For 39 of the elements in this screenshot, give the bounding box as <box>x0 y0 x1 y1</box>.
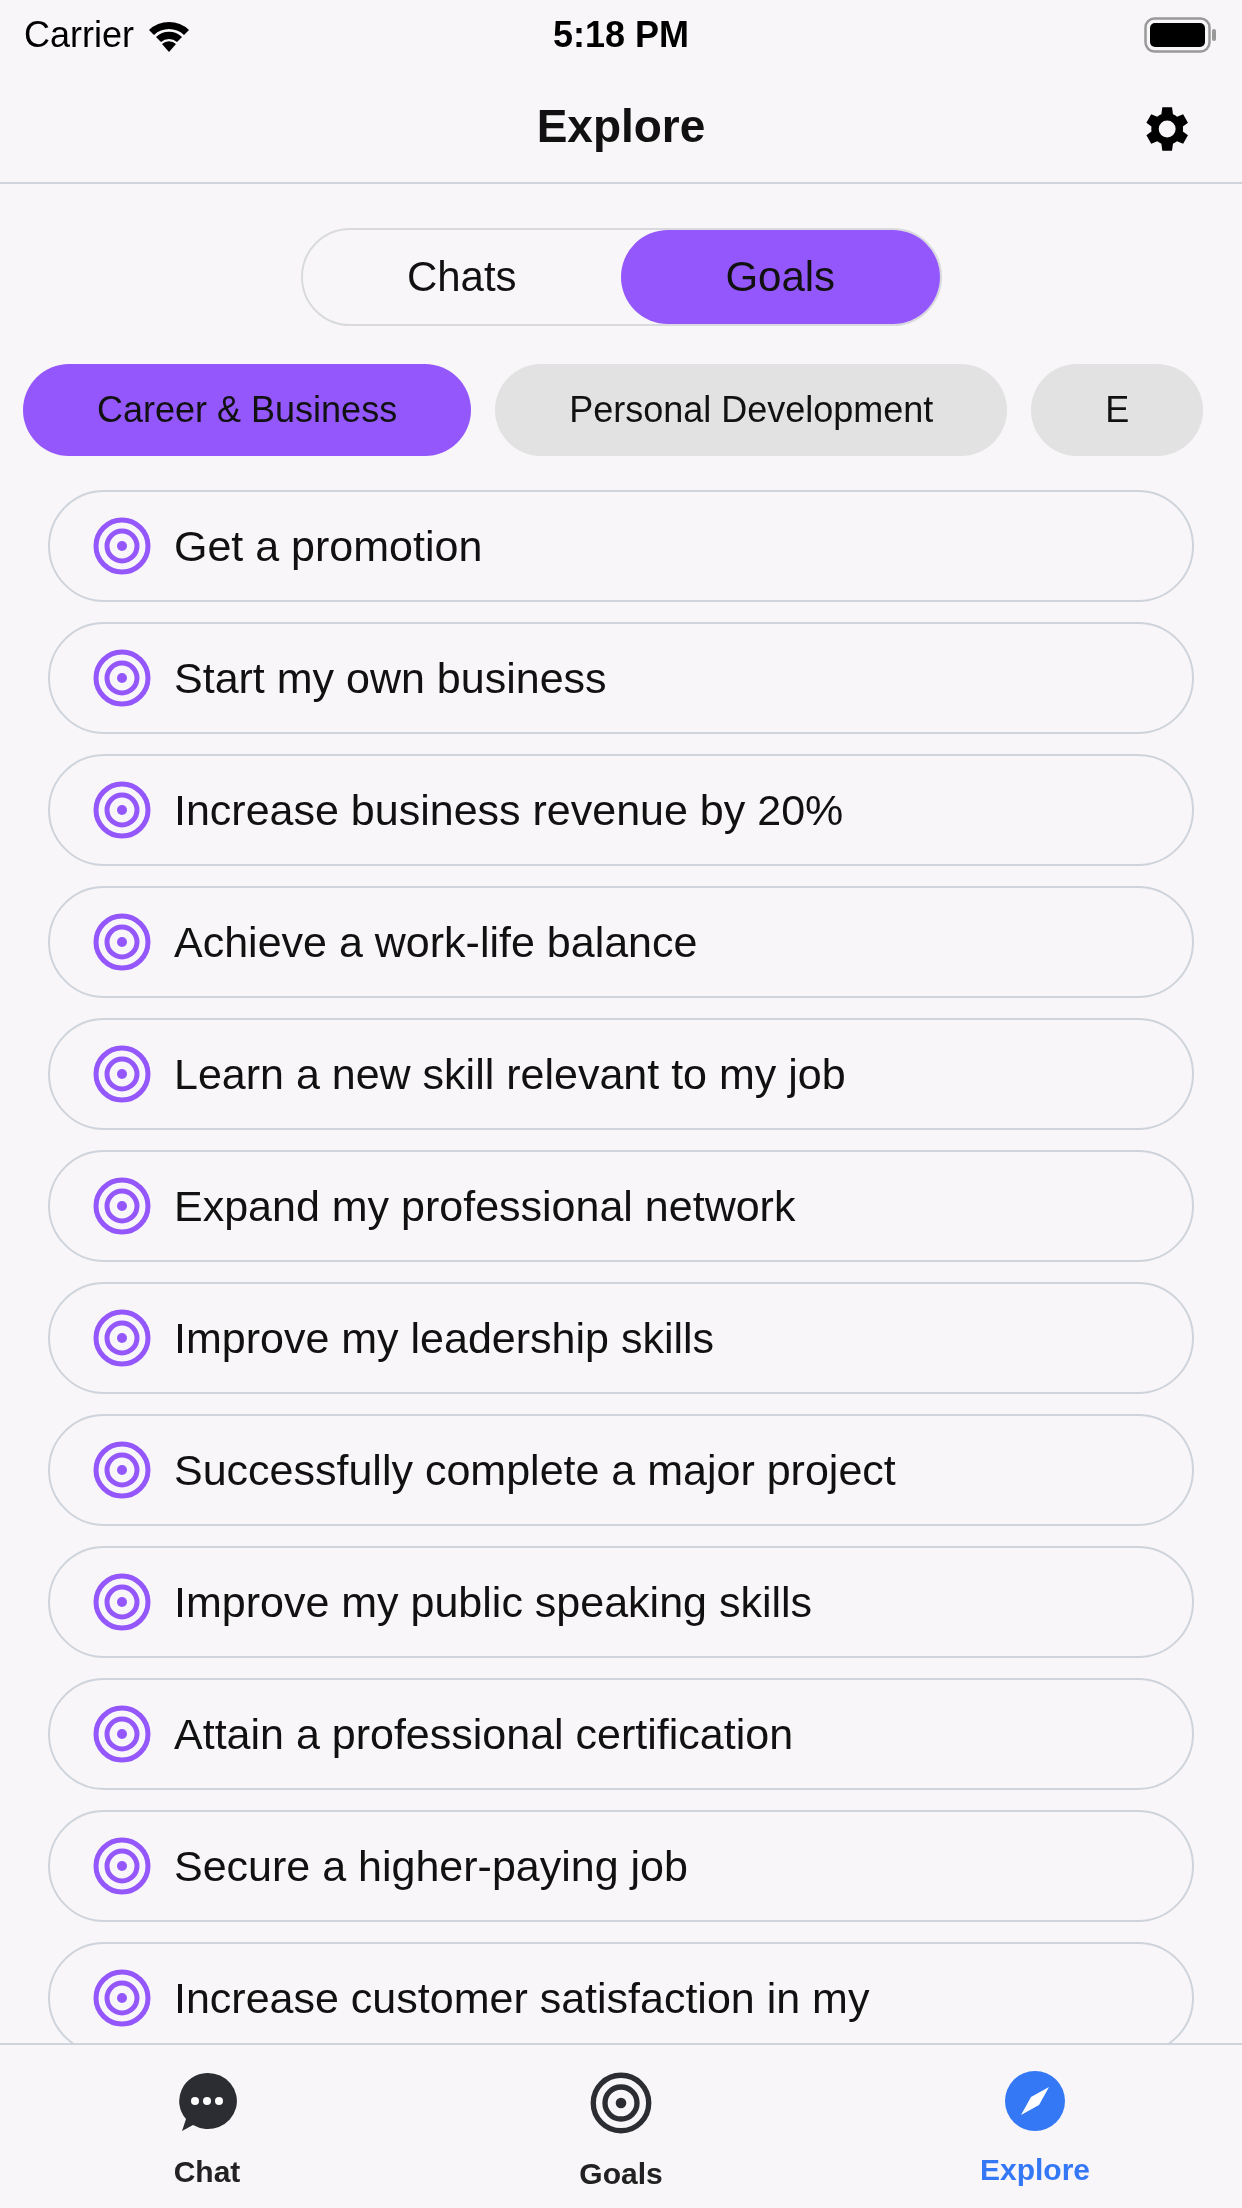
goal-item[interactable]: Start my own business <box>48 622 1194 734</box>
target-icon <box>92 1704 152 1764</box>
goal-item[interactable]: Learn a new skill relevant to my job <box>48 1018 1194 1130</box>
carrier-name: Carrier <box>24 14 134 56</box>
target-icon <box>92 1836 152 1896</box>
tab-bar-item[interactable]: Chat <box>0 2045 414 2208</box>
tab-bar-item[interactable]: Goals <box>414 2045 828 2208</box>
goal-item[interactable]: Expand my professional network <box>48 1150 1194 1262</box>
target-icon <box>92 1968 152 2028</box>
goal-item[interactable]: Get a promotion <box>48 490 1194 602</box>
compass-icon <box>1005 2071 1065 2131</box>
goal-item[interactable]: Secure a higher-paying job <box>48 1810 1194 1922</box>
goal-item[interactable]: Achieve a work-life balance <box>48 886 1194 998</box>
category-chip[interactable]: Career & Business <box>23 364 472 456</box>
target-icon <box>92 780 152 840</box>
goal-item[interactable]: Improve my leadership skills <box>48 1282 1194 1394</box>
goal-item[interactable]: Increase customer satisfaction in my <box>48 1942 1194 2043</box>
goal-item[interactable]: Improve my public speaking skills <box>48 1546 1194 1658</box>
goal-item[interactable]: Attain a professional certification <box>48 1678 1194 1790</box>
target-icon <box>92 516 152 576</box>
category-chip[interactable]: E <box>1031 364 1204 456</box>
goal-item[interactable]: Increase business revenue by 20% <box>48 754 1194 866</box>
target-icon <box>589 2071 653 2135</box>
target-icon <box>92 1440 152 1500</box>
tab-bar-item[interactable]: Explore <box>828 2045 1242 2208</box>
battery-icon <box>1144 17 1218 53</box>
segment-tab[interactable]: Chats <box>302 230 621 324</box>
chat-bubble-icon <box>176 2071 238 2133</box>
target-icon <box>92 1308 152 1368</box>
clock-time: 5:18 PM <box>552 14 690 56</box>
segment-tab[interactable]: Goals <box>621 230 940 324</box>
screen-title: Explore <box>536 99 706 153</box>
category-chip[interactable]: Personal Development <box>495 364 1008 456</box>
target-icon <box>92 912 152 972</box>
goal-item[interactable]: Successfully complete a major project <box>48 1414 1194 1526</box>
target-icon <box>92 1044 152 1104</box>
target-icon <box>92 648 152 708</box>
target-icon <box>92 1572 152 1632</box>
target-icon <box>92 1176 152 1236</box>
